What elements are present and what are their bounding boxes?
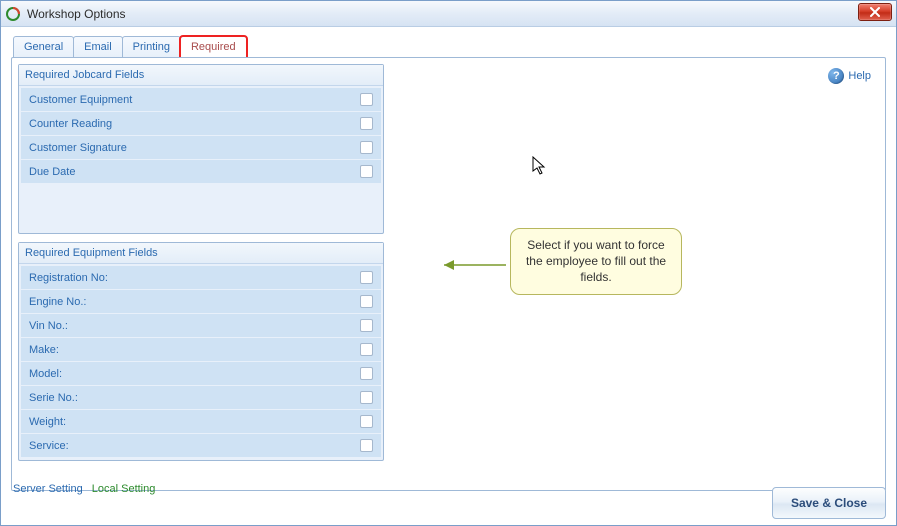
checkbox-model[interactable] bbox=[360, 367, 373, 380]
row-counter-reading: Counter Reading bbox=[21, 112, 381, 136]
row-due-date: Due Date bbox=[21, 160, 381, 184]
tab-panel: Required Jobcard Fields Customer Equipme… bbox=[11, 57, 886, 491]
local-setting-link[interactable]: Local Setting bbox=[92, 483, 156, 495]
help-link[interactable]: ? Help bbox=[828, 68, 871, 84]
row-model: Model: bbox=[21, 362, 381, 386]
group-equipment-fields: Required Equipment Fields Registration N… bbox=[18, 242, 384, 461]
close-button[interactable] bbox=[858, 3, 892, 21]
titlebar: Workshop Options bbox=[1, 1, 896, 27]
group-jobcard-body: Customer Equipment Counter Reading Custo… bbox=[19, 86, 383, 232]
checkbox-weight[interactable] bbox=[360, 415, 373, 428]
label-make: Make: bbox=[29, 344, 59, 356]
group-jobcard-title: Required Jobcard Fields bbox=[19, 65, 383, 86]
group-equipment-body: Registration No: Engine No.: Vin No.: Ma… bbox=[19, 264, 383, 460]
close-icon bbox=[870, 7, 880, 17]
app-icon bbox=[5, 6, 21, 22]
tab-printing[interactable]: Printing bbox=[122, 36, 181, 58]
row-customer-equipment: Customer Equipment bbox=[21, 88, 381, 112]
row-make: Make: bbox=[21, 338, 381, 362]
callout-tooltip: Select if you want to force the employee… bbox=[510, 228, 682, 295]
group-jobcard-fields: Required Jobcard Fields Customer Equipme… bbox=[18, 64, 384, 234]
window-title: Workshop Options bbox=[27, 7, 126, 21]
checkbox-engine-no[interactable] bbox=[360, 295, 373, 308]
tabstrip: General Email Printing Required bbox=[1, 27, 896, 57]
label-counter-reading: Counter Reading bbox=[29, 118, 112, 130]
footer-links: Server Setting Local Setting bbox=[13, 483, 155, 495]
tab-general[interactable]: General bbox=[13, 36, 74, 58]
row-customer-signature: Customer Signature bbox=[21, 136, 381, 160]
label-customer-equipment: Customer Equipment bbox=[29, 94, 132, 106]
group-equipment-title: Required Equipment Fields bbox=[19, 243, 383, 264]
left-column: Required Jobcard Fields Customer Equipme… bbox=[18, 64, 384, 461]
help-icon: ? bbox=[828, 68, 844, 84]
row-service: Service: bbox=[21, 434, 381, 458]
label-service: Service: bbox=[29, 440, 69, 452]
label-registration-no: Registration No: bbox=[29, 272, 108, 284]
checkbox-vin-no[interactable] bbox=[360, 319, 373, 332]
callout-arrow-icon bbox=[440, 256, 510, 274]
label-serie-no: Serie No.: bbox=[29, 392, 78, 404]
cursor-icon bbox=[532, 156, 548, 176]
checkbox-serie-no[interactable] bbox=[360, 391, 373, 404]
save-close-button[interactable]: Save & Close bbox=[772, 487, 886, 519]
row-weight: Weight: bbox=[21, 410, 381, 434]
row-serie-no: Serie No.: bbox=[21, 386, 381, 410]
checkbox-due-date[interactable] bbox=[360, 165, 373, 178]
label-vin-no: Vin No.: bbox=[29, 320, 68, 332]
tab-required[interactable]: Required bbox=[180, 36, 247, 58]
checkbox-customer-equipment[interactable] bbox=[360, 93, 373, 106]
checkbox-customer-signature[interactable] bbox=[360, 141, 373, 154]
label-due-date: Due Date bbox=[29, 166, 75, 178]
content-area: General Email Printing Required Required… bbox=[1, 27, 896, 525]
row-engine-no: Engine No.: bbox=[21, 290, 381, 314]
help-label: Help bbox=[848, 70, 871, 82]
checkbox-service[interactable] bbox=[360, 439, 373, 452]
tab-email[interactable]: Email bbox=[73, 36, 123, 58]
row-vin-no: Vin No.: bbox=[21, 314, 381, 338]
label-weight: Weight: bbox=[29, 416, 66, 428]
label-customer-signature: Customer Signature bbox=[29, 142, 127, 154]
label-model: Model: bbox=[29, 368, 62, 380]
checkbox-make[interactable] bbox=[360, 343, 373, 356]
callout-text: Select if you want to force the employee… bbox=[526, 238, 666, 284]
server-setting-link[interactable]: Server Setting bbox=[13, 483, 83, 495]
checkbox-counter-reading[interactable] bbox=[360, 117, 373, 130]
row-registration-no: Registration No: bbox=[21, 266, 381, 290]
checkbox-registration-no[interactable] bbox=[360, 271, 373, 284]
label-engine-no: Engine No.: bbox=[29, 296, 86, 308]
